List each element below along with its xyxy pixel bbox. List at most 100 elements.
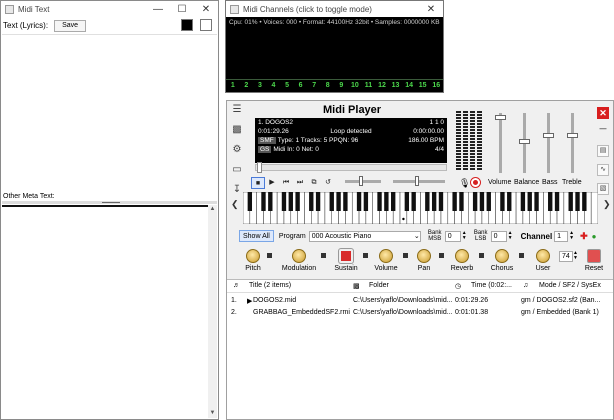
- modulation-toggle[interactable]: [321, 253, 326, 258]
- black-key[interactable]: [452, 192, 457, 211]
- volume-slider[interactable]: [495, 113, 506, 173]
- black-key[interactable]: [438, 192, 444, 211]
- lyrics-textarea[interactable]: [2, 34, 217, 192]
- time-column-header[interactable]: Time (0:02:...: [471, 282, 512, 289]
- black-key[interactable]: [391, 192, 396, 211]
- reset-control[interactable]: Reset: [581, 249, 607, 272]
- pane-splitter[interactable]: [2, 201, 217, 204]
- black-key[interactable]: [520, 192, 526, 211]
- close-icon[interactable]: ✕: [194, 4, 218, 15]
- program-select[interactable]: 000 Acoustic Piano ⌄: [308, 230, 421, 242]
- previous-button[interactable]: ⏮: [279, 177, 293, 189]
- black-key[interactable]: [343, 192, 348, 211]
- meta-textarea[interactable]: [2, 205, 208, 418]
- close-icon[interactable]: ✕: [419, 4, 443, 15]
- volume-slider-thumb[interactable]: [495, 115, 506, 120]
- black-key[interactable]: [261, 192, 266, 211]
- seek-slider[interactable]: [255, 162, 447, 173]
- pan-knob[interactable]: Pan: [411, 249, 437, 272]
- user-cc-spinner-icon[interactable]: ▲ ▼: [573, 251, 578, 261]
- treble-slider[interactable]: [567, 113, 578, 173]
- black-key[interactable]: [295, 192, 300, 211]
- pan-toggle[interactable]: [439, 253, 444, 258]
- gear-icon[interactable]: ⚙: [229, 144, 245, 162]
- black-key[interactable]: [404, 192, 410, 211]
- black-key[interactable]: [534, 192, 539, 211]
- chorus-knob-dial[interactable]: [495, 249, 509, 263]
- reverb-knob-dial[interactable]: [455, 249, 469, 263]
- maximize-icon[interactable]: ☐: [170, 4, 194, 15]
- reverb-knob[interactable]: Reverb: [447, 249, 477, 272]
- midi-channels-window[interactable]: Midi Channels (click to toggle mode) ✕ C…: [225, 0, 444, 93]
- black-key[interactable]: [431, 192, 437, 211]
- black-key[interactable]: [479, 192, 485, 211]
- bass-slider[interactable]: [543, 113, 554, 173]
- volume-knob[interactable]: Volume: [371, 249, 401, 272]
- table-row[interactable]: 1. ▶ DOGOS2.mid C:\Users\yaflo\Downloads…: [227, 295, 613, 307]
- pitch-toggle[interactable]: [267, 253, 272, 258]
- sustain-control[interactable]: Sustain: [331, 249, 361, 272]
- bank-lsb-input[interactable]: 0: [490, 230, 507, 242]
- graph-icon[interactable]: ∿: [597, 164, 609, 176]
- scroll-down-icon[interactable]: ▼: [208, 409, 217, 418]
- black-key[interactable]: [377, 192, 382, 211]
- black-key[interactable]: [384, 192, 389, 211]
- microphone-icon[interactable]: 🎙: [459, 178, 470, 189]
- piano-view-icon[interactable]: ▤: [597, 145, 609, 157]
- speed-slider-thumb[interactable]: [359, 176, 363, 186]
- black-key[interactable]: [309, 192, 314, 211]
- modulation-knob-dial[interactable]: [292, 249, 306, 263]
- copy-icon[interactable]: ⧉: [307, 177, 321, 189]
- treble-slider-thumb[interactable]: [567, 133, 578, 138]
- next-button[interactable]: ⏭: [293, 177, 307, 189]
- balance-slider-thumb[interactable]: [519, 139, 530, 144]
- pitch-knob[interactable]: Pitch: [241, 249, 265, 272]
- table-row[interactable]: 2. GRABBAG_EmbeddedSF2.rmi C:\Users\yafl…: [227, 307, 613, 319]
- scroll-up-icon[interactable]: ▲: [208, 205, 217, 214]
- piano-keys[interactable]: [243, 192, 598, 224]
- sustain-icon[interactable]: [339, 249, 353, 263]
- reverb-toggle[interactable]: [479, 253, 484, 258]
- black-key[interactable]: [568, 192, 573, 211]
- pitch-slider-thumb[interactable]: [415, 176, 419, 186]
- sustain-toggle[interactable]: [363, 253, 368, 258]
- black-key[interactable]: [486, 192, 491, 211]
- black-key[interactable]: [268, 192, 273, 211]
- bank-lsb-spinner-icon[interactable]: ▲ ▼: [508, 231, 513, 241]
- user-knob-dial[interactable]: [536, 249, 550, 263]
- black-key[interactable]: [315, 192, 321, 211]
- black-key[interactable]: [548, 192, 553, 211]
- pitch-slider[interactable]: [393, 176, 445, 186]
- menu-icon[interactable]: ☰: [229, 104, 245, 122]
- black-key[interactable]: [527, 192, 532, 211]
- splitter-grip[interactable]: [102, 202, 120, 203]
- black-key[interactable]: [356, 192, 362, 211]
- bass-slider-thumb[interactable]: [543, 133, 554, 138]
- black-key[interactable]: [281, 192, 287, 211]
- show-all-button[interactable]: Show All: [239, 230, 274, 242]
- black-key[interactable]: [425, 192, 430, 211]
- volume-knob-dial[interactable]: [379, 249, 393, 263]
- channel-spinner-icon[interactable]: ▲ ▼: [569, 231, 574, 241]
- user-cc-input[interactable]: 74: [559, 251, 573, 262]
- keyboard-left-icon[interactable]: ❮: [231, 199, 239, 210]
- black-key[interactable]: [288, 192, 293, 211]
- black-key[interactable]: [363, 192, 369, 211]
- user-knob[interactable]: User: [531, 249, 555, 272]
- comment-icon[interactable]: ▭: [229, 164, 245, 182]
- pan-knob-dial[interactable]: [417, 249, 431, 263]
- meta-scrollbar[interactable]: ▲ ▼: [208, 205, 217, 418]
- black-key[interactable]: [336, 192, 341, 211]
- text-color-swatch[interactable]: [181, 19, 193, 31]
- bank-msb-input[interactable]: 0: [444, 230, 461, 242]
- mode-column-header[interactable]: Mode / SF2 / SysEx: [539, 282, 601, 289]
- black-key[interactable]: [582, 192, 587, 211]
- title-column-header[interactable]: Title (2 items): [249, 282, 291, 289]
- midi-channels-titlebar[interactable]: Midi Channels (click to toggle mode) ✕: [226, 1, 443, 17]
- chorus-toggle[interactable]: [519, 253, 524, 258]
- white-key[interactable]: [590, 192, 598, 224]
- volume-toggle[interactable]: [403, 253, 408, 258]
- save-button[interactable]: Save: [54, 19, 87, 32]
- minimize-icon[interactable]: —: [146, 4, 170, 15]
- folder-icon[interactable]: ▩: [229, 124, 245, 142]
